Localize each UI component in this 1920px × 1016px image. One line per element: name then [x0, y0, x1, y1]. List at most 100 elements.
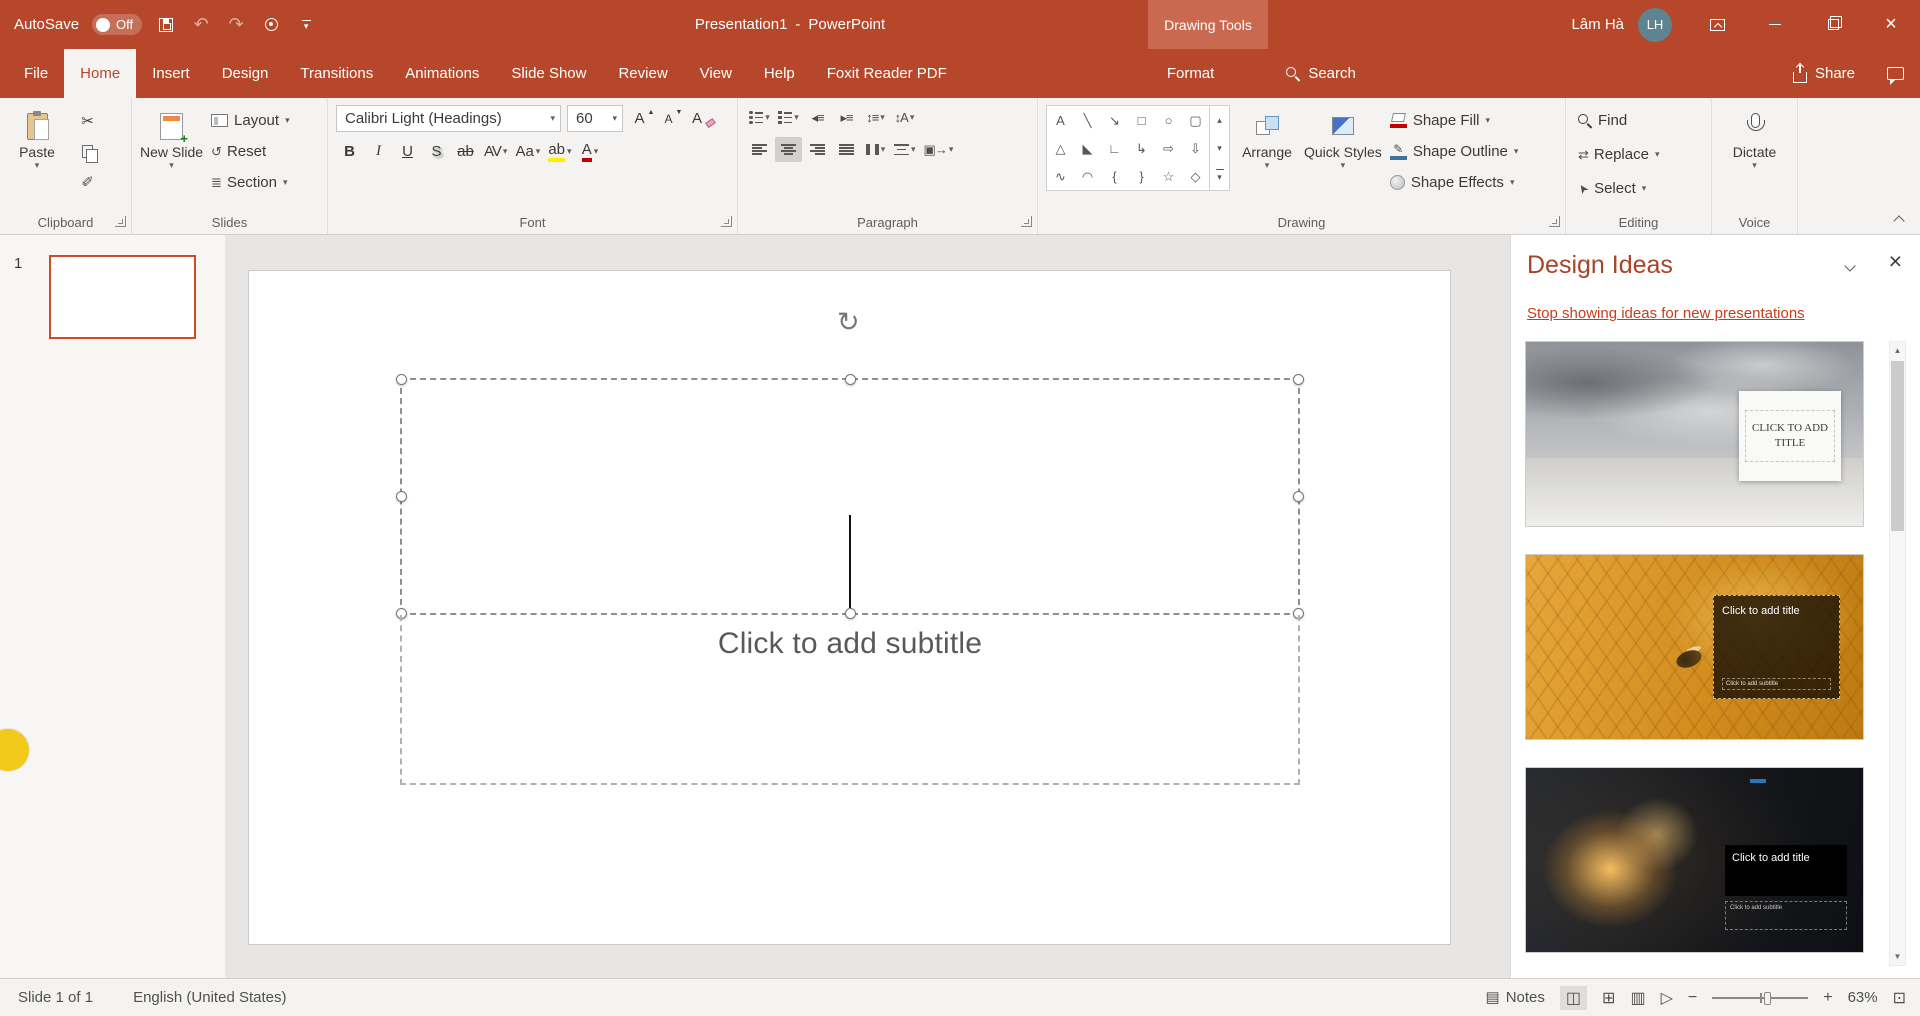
zoom-out-button[interactable]: −: [1688, 989, 1697, 1007]
shape-textbox[interactable]: A: [1056, 114, 1065, 127]
zoom-slider-thumb[interactable]: [1764, 992, 1771, 1005]
design-idea-clouds[interactable]: CLICK TO ADD TITLE: [1525, 341, 1864, 527]
slide-thumbnail[interactable]: [49, 255, 196, 339]
redo-button[interactable]: ↷: [225, 8, 247, 42]
replace-button[interactable]: ⇄Replace▾: [1578, 142, 1711, 167]
tab-animations[interactable]: Animations: [389, 49, 495, 98]
reset-button[interactable]: ↺Reset: [211, 139, 290, 164]
italic-button[interactable]: I: [365, 139, 392, 164]
share-button[interactable]: Share: [1777, 49, 1871, 98]
arrange-button[interactable]: Arrange ▾: [1238, 105, 1296, 200]
normal-view-button[interactable]: ◫: [1560, 986, 1587, 1010]
stop-showing-ideas-link[interactable]: Stop showing ideas for new presentations: [1527, 305, 1805, 322]
shape-right-brace[interactable]: }: [1139, 170, 1143, 183]
notes-button[interactable]: ▤Notes: [1486, 989, 1545, 1006]
collapse-ribbon-button[interactable]: [1890, 212, 1908, 226]
save-button[interactable]: [155, 8, 177, 42]
tab-transitions[interactable]: Transitions: [284, 49, 389, 98]
shape-elbow-connector[interactable]: ∟: [1108, 142, 1121, 155]
find-button[interactable]: Find: [1578, 108, 1711, 133]
subtitle-placeholder[interactable]: Click to add subtitle: [400, 615, 1300, 785]
shape-line-arrow[interactable]: ↘: [1109, 114, 1120, 127]
align-center-button[interactable]: [775, 137, 802, 162]
rotation-handle[interactable]: ↻: [837, 309, 860, 336]
comments-button[interactable]: [1871, 49, 1920, 98]
shape-effects-button[interactable]: Shape Effects▾: [1390, 170, 1519, 195]
tab-help[interactable]: Help: [748, 49, 811, 98]
shapes-scroll-up-button[interactable]: ▴: [1210, 106, 1229, 134]
tab-foxit-reader-pdf[interactable]: Foxit Reader PDF: [811, 49, 963, 98]
resize-handle-top-right[interactable]: [1293, 374, 1304, 385]
section-button[interactable]: ≣Section▾: [211, 170, 290, 195]
convert-to-smartart-button[interactable]: ▣→▾: [921, 137, 957, 162]
text-direction-button[interactable]: ↕A▾: [891, 105, 918, 130]
resize-handle-top-middle[interactable]: [845, 374, 856, 385]
strikethrough-button[interactable]: ab: [452, 139, 479, 164]
shapes-scroll-down-button[interactable]: ▾: [1210, 134, 1229, 162]
shape-outline-button[interactable]: ✎ Shape Outline▾: [1390, 139, 1519, 164]
align-text-button[interactable]: ▾: [891, 137, 919, 162]
align-right-button[interactable]: [804, 137, 831, 162]
minimize-button[interactable]: [1746, 0, 1804, 49]
dictate-button[interactable]: Dictate ▾: [1726, 105, 1784, 200]
align-left-button[interactable]: [746, 137, 773, 162]
avatar[interactable]: LH: [1638, 8, 1672, 42]
tab-file[interactable]: File: [8, 49, 64, 98]
shape-left-brace[interactable]: {: [1112, 170, 1116, 183]
font-name-combobox[interactable]: Calibri Light (Headings)▾: [336, 105, 561, 132]
design-ideas-collapse-button[interactable]: [1840, 257, 1860, 277]
new-slide-dropdown-arrow[interactable]: ▾: [169, 160, 174, 171]
scroll-down-arrow[interactable]: ▼: [1894, 948, 1902, 965]
reading-view-button[interactable]: ▥: [1630, 988, 1645, 1008]
slide-sorter-view-button[interactable]: ⊞: [1602, 988, 1615, 1008]
clipboard-dialog-launcher[interactable]: [115, 216, 126, 227]
restore-button[interactable]: [1804, 0, 1862, 49]
bullets-button[interactable]: ▾: [746, 105, 773, 130]
slideshow-button[interactable]: ▷: [1661, 988, 1673, 1008]
justify-button[interactable]: [833, 137, 860, 162]
shape-oval[interactable]: ○: [1165, 114, 1173, 127]
title-placeholder[interactable]: [400, 378, 1300, 615]
shape-arc[interactable]: ◠: [1082, 170, 1093, 183]
tab-view[interactable]: View: [684, 49, 748, 98]
layout-button[interactable]: Layout▾: [211, 108, 290, 133]
undo-button[interactable]: ↶: [190, 8, 212, 42]
zoom-slider[interactable]: [1712, 990, 1808, 1006]
new-slide-button[interactable]: New Slide ▾: [140, 105, 203, 200]
paste-dropdown-arrow[interactable]: ▾: [35, 160, 40, 171]
shape-elbow-arrow[interactable]: ↳: [1136, 142, 1147, 155]
touch-mouse-mode-button[interactable]: [260, 8, 282, 42]
zoom-in-button[interactable]: +: [1823, 989, 1832, 1007]
tab-review[interactable]: Review: [602, 49, 683, 98]
account-name[interactable]: Lâm Hà: [1571, 16, 1624, 33]
change-case-button[interactable]: Aa▾: [512, 139, 543, 164]
shape-diamond[interactable]: ◇: [1191, 170, 1201, 183]
close-button[interactable]: ×: [1862, 0, 1920, 49]
text-shadow-button[interactable]: S: [423, 139, 450, 164]
line-spacing-button[interactable]: ↕≡▾: [862, 105, 889, 130]
increase-font-size-button[interactable]: A▲: [631, 106, 658, 131]
tab-slide-show[interactable]: Slide Show: [495, 49, 602, 98]
columns-button[interactable]: ▾: [862, 137, 889, 162]
shape-right-triangle[interactable]: ◣: [1083, 142, 1093, 155]
slide[interactable]: ↻ Click to add subtitle: [249, 271, 1450, 944]
shape-line[interactable]: ╲: [1084, 114, 1092, 127]
shape-down-arrow[interactable]: ⇩: [1190, 142, 1201, 155]
resize-handle-middle-right[interactable]: [1293, 491, 1304, 502]
scrollbar-thumb[interactable]: [1891, 361, 1904, 531]
zoom-level[interactable]: 63%: [1848, 989, 1878, 1006]
design-ideas-scrollbar[interactable]: ▲ ▼: [1889, 341, 1906, 966]
language-indicator[interactable]: English (United States): [133, 989, 286, 1006]
bold-button[interactable]: B: [336, 139, 363, 164]
underline-button[interactable]: U: [394, 139, 421, 164]
font-color-button[interactable]: A▾: [577, 139, 604, 164]
design-ideas-close-button[interactable]: ×: [1889, 248, 1902, 275]
quick-styles-button[interactable]: Quick Styles ▾: [1304, 105, 1382, 200]
shape-right-arrow[interactable]: ⇨: [1163, 142, 1174, 155]
design-idea-honeycomb[interactable]: Click to add title Click to add subtitle: [1525, 554, 1864, 740]
shape-triangle[interactable]: △: [1056, 142, 1066, 155]
shape-star[interactable]: ☆: [1163, 170, 1175, 183]
design-idea-bulb[interactable]: Click to add title Click to add subtitle: [1525, 767, 1864, 953]
shape-rectangle[interactable]: □: [1138, 114, 1146, 127]
shape-rounded-rectangle[interactable]: ▢: [1189, 114, 1201, 127]
